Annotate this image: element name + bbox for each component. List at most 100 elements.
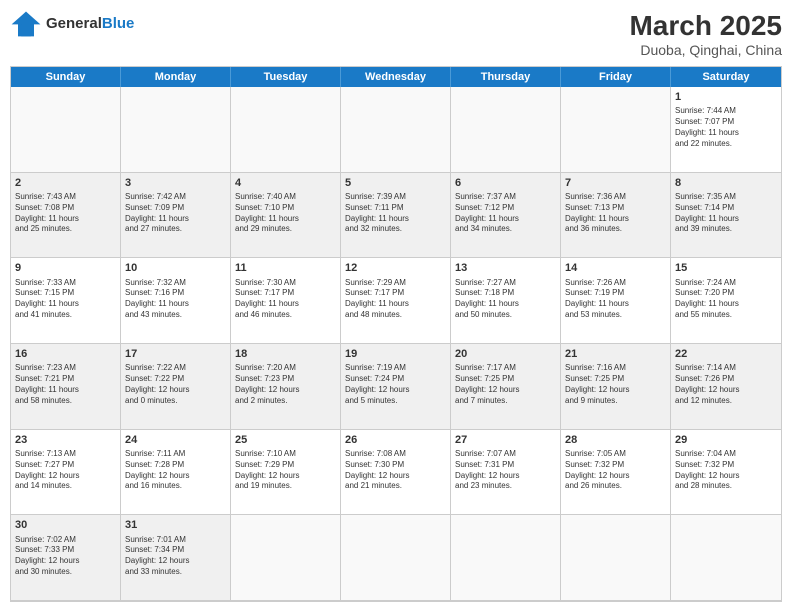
cell-info: Sunrise: 7:44 AM Sunset: 7:07 PM Dayligh… bbox=[675, 106, 777, 149]
cell-info: Sunrise: 7:36 AM Sunset: 7:13 PM Dayligh… bbox=[565, 192, 666, 235]
calendar-cell: 13 Sunrise: 7:27 AM Sunset: 7:18 PM Dayli… bbox=[451, 258, 561, 344]
cell-info: Sunrise: 7:37 AM Sunset: 7:12 PM Dayligh… bbox=[455, 192, 556, 235]
header-day-saturday: Saturday bbox=[671, 67, 781, 87]
cell-info: Sunrise: 7:04 AM Sunset: 7:32 PM Dayligh… bbox=[675, 449, 777, 492]
calendar-cell: 20Sunrise: 7:17 AM Sunset: 7:25 PM Dayli… bbox=[451, 344, 561, 430]
calendar-cell bbox=[561, 515, 671, 601]
cell-info: Sunrise: 7:02 AM Sunset: 7:33 PM Dayligh… bbox=[15, 535, 116, 578]
calendar-header: SundayMondayTuesdayWednesdayThursdayFrid… bbox=[11, 67, 781, 87]
calendar-cell: 16Sunrise: 7:23 AM Sunset: 7:21 PM Dayli… bbox=[11, 344, 121, 430]
cell-info: Sunrise: 7:11 AM Sunset: 7:28 PM Dayligh… bbox=[125, 449, 226, 492]
day-number: 1 bbox=[675, 90, 777, 104]
cell-info: Sunrise: 7:24 AM Sunset: 7:20 PM Dayligh… bbox=[675, 278, 777, 321]
calendar-cell: 6 Sunrise: 7:37 AM Sunset: 7:12 PM Daylig… bbox=[451, 173, 561, 259]
cell-info: Sunrise: 7:32 AM Sunset: 7:16 PM Dayligh… bbox=[125, 278, 226, 321]
header-day-wednesday: Wednesday bbox=[341, 67, 451, 87]
calendar-cell: 18Sunrise: 7:20 AM Sunset: 7:23 PM Dayli… bbox=[231, 344, 341, 430]
day-number: 7 bbox=[565, 176, 666, 190]
calendar-cell: 17 Sunrise: 7:22 AM Sunset: 7:22 PM Dayli… bbox=[121, 344, 231, 430]
calendar-cell: 14 Sunrise: 7:26 AM Sunset: 7:19 PM Dayli… bbox=[561, 258, 671, 344]
day-number: 12 bbox=[345, 261, 446, 275]
day-number: 13 bbox=[455, 261, 556, 275]
calendar-cell bbox=[451, 87, 561, 173]
day-number: 24 bbox=[125, 433, 226, 447]
day-number: 29 bbox=[675, 433, 777, 447]
day-number: 4 bbox=[235, 176, 336, 190]
logo: GeneralBlue bbox=[10, 10, 134, 38]
day-number: 28 bbox=[565, 433, 666, 447]
day-number: 11 bbox=[235, 261, 336, 275]
cell-info: Sunrise: 7:08 AM Sunset: 7:30 PM Dayligh… bbox=[345, 449, 446, 492]
day-number: 30 bbox=[15, 518, 116, 532]
cell-info: Sunrise: 7:29 AM Sunset: 7:17 PM Dayligh… bbox=[345, 278, 446, 321]
calendar-cell: 24 Sunrise: 7:11 AM Sunset: 7:28 PM Dayli… bbox=[121, 430, 231, 516]
calendar-cell bbox=[451, 515, 561, 601]
calendar-cell: 8 Sunrise: 7:35 AM Sunset: 7:14 PM Daylig… bbox=[671, 173, 781, 259]
calendar-cell bbox=[671, 515, 781, 601]
calendar-cell: 7 Sunrise: 7:36 AM Sunset: 7:13 PM Daylig… bbox=[561, 173, 671, 259]
day-number: 25 bbox=[235, 433, 336, 447]
calendar-cell: 4 Sunrise: 7:40 AM Sunset: 7:10 PM Daylig… bbox=[231, 173, 341, 259]
calendar-cell: 29 Sunrise: 7:04 AM Sunset: 7:32 PM Dayli… bbox=[671, 430, 781, 516]
calendar: SundayMondayTuesdayWednesdayThursdayFrid… bbox=[10, 66, 782, 602]
title-block: March 2025 Duoba, Qinghai, China bbox=[629, 10, 782, 58]
calendar-cell: 12 Sunrise: 7:29 AM Sunset: 7:17 PM Dayli… bbox=[341, 258, 451, 344]
day-number: 22 bbox=[675, 347, 777, 361]
calendar-cell: 9Sunrise: 7:33 AM Sunset: 7:15 PM Daylig… bbox=[11, 258, 121, 344]
day-number: 10 bbox=[125, 261, 226, 275]
cell-info: Sunrise: 7:19 AM Sunset: 7:24 PM Dayligh… bbox=[345, 363, 446, 406]
calendar-cell: 1 Sunrise: 7:44 AM Sunset: 7:07 PM Daylig… bbox=[671, 87, 781, 173]
calendar-cell: 21Sunrise: 7:16 AM Sunset: 7:25 PM Dayli… bbox=[561, 344, 671, 430]
month-title: March 2025 bbox=[629, 10, 782, 42]
calendar-cell bbox=[231, 515, 341, 601]
header-day-friday: Friday bbox=[561, 67, 671, 87]
header-day-monday: Monday bbox=[121, 67, 231, 87]
logo-icon bbox=[10, 10, 42, 38]
header-day-sunday: Sunday bbox=[11, 67, 121, 87]
calendar-cell: 3 Sunrise: 7:42 AM Sunset: 7:09 PM Daylig… bbox=[121, 173, 231, 259]
header-day-tuesday: Tuesday bbox=[231, 67, 341, 87]
calendar-cell: 15 Sunrise: 7:24 AM Sunset: 7:20 PM Dayli… bbox=[671, 258, 781, 344]
cell-info: Sunrise: 7:20 AM Sunset: 7:23 PM Dayligh… bbox=[235, 363, 336, 406]
cell-info: Sunrise: 7:13 AM Sunset: 7:27 PM Dayligh… bbox=[15, 449, 116, 492]
calendar-cell: 22Sunrise: 7:14 AM Sunset: 7:26 PM Dayli… bbox=[671, 344, 781, 430]
day-number: 27 bbox=[455, 433, 556, 447]
cell-info: Sunrise: 7:01 AM Sunset: 7:34 PM Dayligh… bbox=[125, 535, 226, 578]
cell-info: Sunrise: 7:22 AM Sunset: 7:22 PM Dayligh… bbox=[125, 363, 226, 406]
cell-info: Sunrise: 7:23 AM Sunset: 7:21 PM Dayligh… bbox=[15, 363, 116, 406]
calendar-cell: 10 Sunrise: 7:32 AM Sunset: 7:16 PM Dayli… bbox=[121, 258, 231, 344]
calendar-cell bbox=[11, 87, 121, 173]
calendar-cell: 5Sunrise: 7:39 AM Sunset: 7:11 PM Daylig… bbox=[341, 173, 451, 259]
cell-info: Sunrise: 7:42 AM Sunset: 7:09 PM Dayligh… bbox=[125, 192, 226, 235]
page: GeneralBlue March 2025 Duoba, Qinghai, C… bbox=[0, 0, 792, 612]
cell-info: Sunrise: 7:40 AM Sunset: 7:10 PM Dayligh… bbox=[235, 192, 336, 235]
calendar-cell: 27Sunrise: 7:07 AM Sunset: 7:31 PM Dayli… bbox=[451, 430, 561, 516]
location: Duoba, Qinghai, China bbox=[629, 42, 782, 58]
cell-info: Sunrise: 7:26 AM Sunset: 7:19 PM Dayligh… bbox=[565, 278, 666, 321]
day-number: 5 bbox=[345, 176, 446, 190]
cell-info: Sunrise: 7:17 AM Sunset: 7:25 PM Dayligh… bbox=[455, 363, 556, 406]
day-number: 15 bbox=[675, 261, 777, 275]
cell-info: Sunrise: 7:30 AM Sunset: 7:17 PM Dayligh… bbox=[235, 278, 336, 321]
day-number: 19 bbox=[345, 347, 446, 361]
day-number: 31 bbox=[125, 518, 226, 532]
cell-info: Sunrise: 7:27 AM Sunset: 7:18 PM Dayligh… bbox=[455, 278, 556, 321]
day-number: 6 bbox=[455, 176, 556, 190]
day-number: 9 bbox=[15, 261, 116, 275]
calendar-cell bbox=[561, 87, 671, 173]
day-number: 17 bbox=[125, 347, 226, 361]
calendar-cell: 11 Sunrise: 7:30 AM Sunset: 7:17 PM Dayli… bbox=[231, 258, 341, 344]
day-number: 2 bbox=[15, 176, 116, 190]
day-number: 8 bbox=[675, 176, 777, 190]
cell-info: Sunrise: 7:35 AM Sunset: 7:14 PM Dayligh… bbox=[675, 192, 777, 235]
calendar-cell bbox=[341, 515, 451, 601]
calendar-cell: 31 Sunrise: 7:01 AM Sunset: 7:34 PM Dayli… bbox=[121, 515, 231, 601]
day-number: 3 bbox=[125, 176, 226, 190]
calendar-cell bbox=[231, 87, 341, 173]
cell-info: Sunrise: 7:43 AM Sunset: 7:08 PM Dayligh… bbox=[15, 192, 116, 235]
cell-info: Sunrise: 7:05 AM Sunset: 7:32 PM Dayligh… bbox=[565, 449, 666, 492]
calendar-cell bbox=[121, 87, 231, 173]
calendar-cell: 25 Sunrise: 7:10 AM Sunset: 7:29 PM Dayli… bbox=[231, 430, 341, 516]
day-number: 14 bbox=[565, 261, 666, 275]
cell-info: Sunrise: 7:10 AM Sunset: 7:29 PM Dayligh… bbox=[235, 449, 336, 492]
